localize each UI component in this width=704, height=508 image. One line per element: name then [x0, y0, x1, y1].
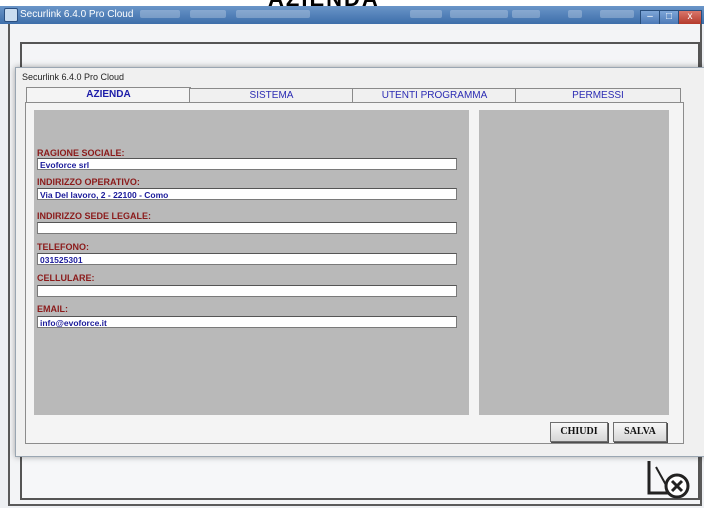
app-icon: [4, 8, 18, 22]
main-bottom-toolbar: [20, 456, 700, 500]
email-label: EMAIL:: [37, 304, 68, 314]
indirizzo-sede-legale-label: INDIRIZZO SEDE LEGALE:: [37, 211, 152, 221]
titlebar-blur: [190, 10, 226, 18]
cellulare-input[interactable]: [37, 285, 457, 297]
email-input[interactable]: info@evoforce.it: [37, 316, 457, 328]
titlebar-blur: [512, 10, 540, 18]
company-settings-dialog: Securlink 6.4.0 Pro Cloud AZIENDA SISTEM…: [15, 67, 704, 457]
titlebar-blur: [140, 10, 180, 18]
indirizzo-operativo-label: INDIRIZZO OPERATIVO:: [37, 177, 140, 187]
salva-button[interactable]: SALVA: [613, 422, 667, 442]
tab-permessi[interactable]: PERMESSI: [515, 88, 681, 103]
telefono-input[interactable]: 031525301: [37, 253, 457, 265]
tab-sistema[interactable]: SISTEMA: [189, 88, 354, 103]
cellulare-label: CELLULARE:: [37, 273, 95, 283]
main-titlebar[interactable]: Securlink 6.4.0 Pro Cloud – □ x: [0, 6, 704, 25]
tab-utenti-programma[interactable]: UTENTI PROGRAMMA: [352, 88, 517, 103]
ragione-sociale-input[interactable]: Evoforce srl: [37, 158, 457, 170]
main-top-toolbar: [20, 42, 700, 70]
dialog-title: Securlink 6.4.0 Pro Cloud: [22, 72, 125, 82]
titlebar-blur: [236, 10, 310, 18]
chiudi-button[interactable]: CHIUDI: [550, 422, 608, 442]
dialog-tabs: AZIENDA SISTEMA UTENTI PROGRAMMA PERMESS…: [26, 87, 696, 104]
titlebar-blur: [410, 10, 442, 18]
maximize-button[interactable]: □: [659, 10, 679, 25]
main-window-title: Securlink 6.4.0 Pro Cloud: [20, 9, 134, 20]
company-form-panel: RAGIONE SOCIALE: Evoforce srl INDIRIZZO …: [34, 110, 469, 415]
close-session-icon[interactable]: [646, 455, 690, 499]
indirizzo-operativo-input[interactable]: Via Del lavoro, 2 - 22100 - Como: [37, 188, 457, 200]
titlebar-blur: [600, 10, 634, 18]
ragione-sociale-label: RAGIONE SOCIALE:: [37, 148, 125, 158]
titlebar-blur: [450, 10, 508, 18]
side-panel: [479, 110, 669, 415]
telefono-label: TELEFONO:: [37, 242, 89, 252]
close-window-button[interactable]: x: [678, 10, 702, 25]
tab-content-azienda: RAGIONE SOCIALE: Evoforce srl INDIRIZZO …: [25, 102, 684, 444]
titlebar-blur: [568, 10, 582, 18]
indirizzo-sede-legale-input[interactable]: [37, 222, 457, 234]
minimize-button[interactable]: –: [640, 10, 660, 25]
